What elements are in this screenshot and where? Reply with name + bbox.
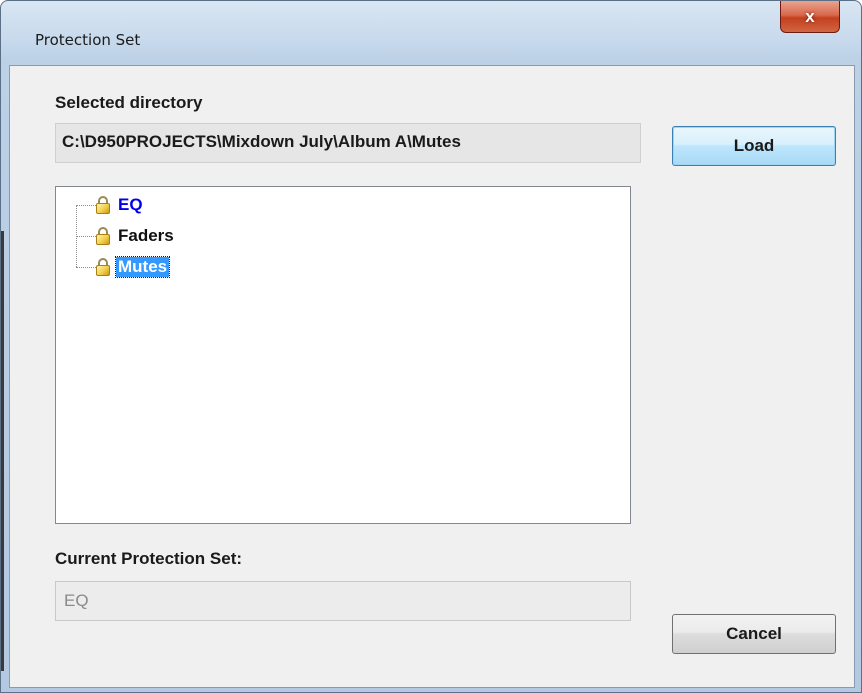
tree-item-eq[interactable]: EQ (76, 192, 145, 218)
lock-icon (96, 196, 110, 214)
cancel-button[interactable]: Cancel (672, 614, 836, 654)
dialog-client-area: Selected directory C:\D950PROJECTS\Mixdo… (9, 65, 855, 688)
frame-edge (1, 231, 4, 671)
tree-item-mutes[interactable]: Mutes (76, 254, 171, 280)
protection-set-window: Protection Set x Selected directory C:\D… (0, 0, 862, 693)
window-title: Protection Set (35, 31, 141, 49)
lock-icon (96, 227, 110, 245)
load-button[interactable]: Load (672, 126, 836, 166)
selected-directory-field: C:\D950PROJECTS\Mixdown July\Album A\Mut… (55, 123, 641, 163)
selected-directory-label: Selected directory (55, 93, 203, 112)
lock-icon (96, 258, 110, 276)
close-icon: x (805, 6, 815, 26)
current-protection-set-label: Current Protection Set: (55, 549, 243, 568)
current-protection-set-field: EQ (55, 581, 631, 621)
tree-item-faders[interactable]: Faders (76, 223, 176, 249)
tree-item-label: EQ (118, 195, 143, 214)
tree-item-label: Mutes (114, 256, 171, 278)
close-button[interactable]: x (780, 1, 840, 33)
tree-item-label: Faders (118, 226, 174, 245)
protection-set-tree[interactable]: EQ Faders Mutes (55, 186, 631, 524)
title-bar[interactable]: Protection Set x (1, 1, 861, 49)
